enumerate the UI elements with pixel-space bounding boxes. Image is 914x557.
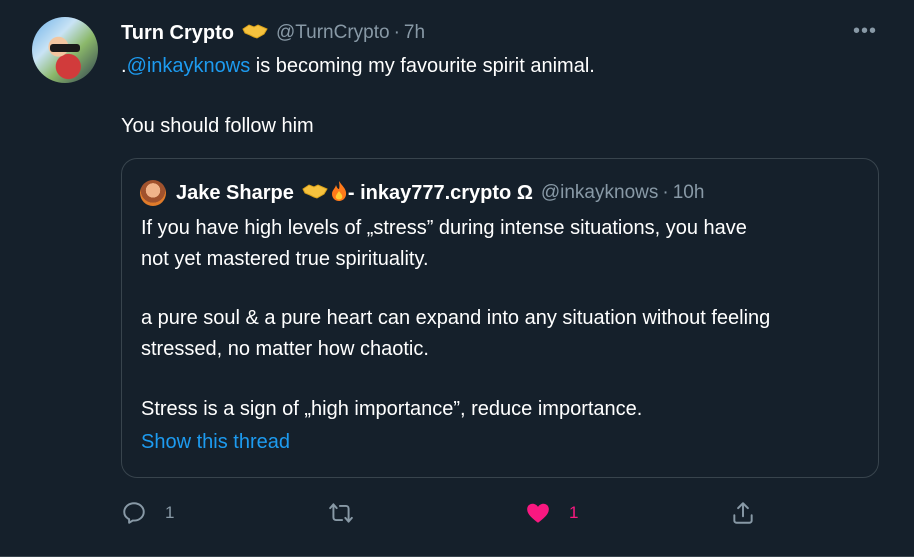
avatar-sunglasses bbox=[50, 44, 80, 52]
author-avatar[interactable] bbox=[32, 17, 98, 83]
quoted-text-line: stressed, no matter how chaotic. bbox=[141, 338, 429, 360]
show-thread-link[interactable]: Show this thread bbox=[141, 431, 290, 454]
fire-emoji-icon bbox=[330, 180, 348, 207]
quoted-text-line: Stress is a sign of „high importance”, r… bbox=[141, 398, 643, 420]
share-button[interactable] bbox=[730, 498, 756, 528]
quoted-tweet[interactable]: Jake Sharpe - inkay777.crypto Ω @inkaykn… bbox=[121, 158, 879, 478]
tweet-text-line-1: .@inkayknows is becoming my favourite sp… bbox=[121, 52, 595, 80]
author-handle[interactable]: @TurnCrypto bbox=[276, 22, 390, 44]
heart-filled-icon bbox=[527, 503, 549, 523]
separator-dot: · bbox=[662, 182, 669, 203]
author-name[interactable]: Turn Crypto bbox=[121, 22, 234, 45]
quoted-author-suffix: - inkay777.crypto Ω bbox=[347, 181, 533, 204]
handshake-emoji-icon bbox=[242, 22, 268, 45]
more-options-icon[interactable]: ••• bbox=[853, 20, 877, 43]
mention-link[interactable]: @inkayknows bbox=[127, 55, 251, 77]
quoted-text-line: not yet mastered true spirituality. bbox=[141, 248, 429, 270]
tweet-actions: 1 1 bbox=[0, 498, 914, 528]
tweet-text-suffix: is becoming my favourite spirit animal. bbox=[250, 55, 595, 77]
quoted-author-handle: @inkayknows bbox=[540, 182, 659, 203]
quoted-text-line: If you have high levels of „stress” duri… bbox=[141, 217, 747, 239]
quoted-text-line: a pure soul & a pure heart can expand in… bbox=[141, 307, 771, 329]
quoted-tweet-header: Jake Sharpe - inkay777.crypto Ω @inkaykn… bbox=[176, 179, 704, 207]
retweet-icon bbox=[329, 503, 353, 523]
tweet-text-line-2: You should follow him bbox=[121, 115, 314, 137]
tweet-header: Turn Crypto @TurnCrypto · 7h bbox=[121, 20, 425, 46]
retweet-button[interactable] bbox=[328, 498, 372, 528]
handshake-emoji-icon bbox=[302, 182, 328, 205]
separator-dot: · bbox=[393, 22, 400, 43]
reply-button[interactable]: 1 bbox=[121, 498, 174, 528]
like-button[interactable]: 1 bbox=[525, 498, 578, 528]
tweet-time[interactable]: 7h bbox=[404, 22, 425, 44]
reply-icon bbox=[123, 502, 145, 524]
quoted-author-avatar bbox=[140, 180, 166, 206]
reply-count: 1 bbox=[165, 503, 175, 522]
share-icon bbox=[733, 502, 753, 524]
quoted-author-name: Jake Sharpe bbox=[176, 181, 294, 204]
like-count: 1 bbox=[569, 503, 579, 522]
tweet[interactable]: Turn Crypto @TurnCrypto · 7h ••• .@inkay… bbox=[0, 0, 914, 557]
quoted-tweet-time: 10h bbox=[672, 182, 705, 203]
